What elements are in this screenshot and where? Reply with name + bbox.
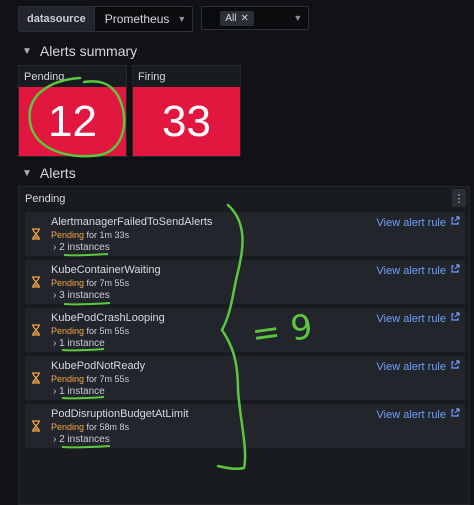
external-link-icon xyxy=(450,360,460,373)
instances-toggle[interactable]: › 2 instances xyxy=(53,434,110,445)
instances-toggle[interactable]: › 3 instances xyxy=(53,290,110,301)
instances-count: 2 instances xyxy=(59,434,110,445)
chevron-right-icon[interactable]: › xyxy=(53,434,56,445)
view-alert-rule-link[interactable]: View alert rule xyxy=(377,264,461,277)
panel-title: Pending xyxy=(25,193,66,205)
alert-duration: for 7m 55s xyxy=(86,278,130,288)
chevron-right-icon[interactable]: › xyxy=(53,242,56,253)
instances-toggle[interactable]: › 1 instance xyxy=(53,338,105,349)
alert-state: Pending xyxy=(51,326,85,336)
datasource-label: datasource xyxy=(19,7,95,31)
link-label: View alert rule xyxy=(376,264,447,277)
stat-title: Pending xyxy=(24,71,65,83)
link-label: View alert rule xyxy=(376,312,447,325)
view-alert-rule-link[interactable]: View alert rule xyxy=(377,408,461,421)
stat-background: 33 xyxy=(133,87,240,156)
instances-toggle[interactable]: › 2 instances xyxy=(53,242,110,253)
instances-toggle[interactable]: › 1 instance xyxy=(53,386,105,397)
link-label: View alert rule xyxy=(376,408,447,421)
alert-name: AlertmanagerFailedToSendAlerts xyxy=(51,216,213,228)
close-icon[interactable]: ✕ xyxy=(240,13,248,24)
stat-value-pending: 12 xyxy=(48,96,97,146)
kebab-menu-icon[interactable]: ⋮ xyxy=(452,189,466,207)
stat-background: 12 xyxy=(19,87,126,156)
chevron-down-icon[interactable]: ▼ xyxy=(293,13,302,23)
external-link-icon xyxy=(450,216,460,229)
view-alert-rule-link[interactable]: View alert rule xyxy=(377,216,461,229)
alert-state: Pending xyxy=(51,230,85,240)
alert-name: KubePodCrashLooping xyxy=(51,312,165,324)
section-header-alerts[interactable]: ▼ Alerts xyxy=(22,165,76,181)
alert-row: PodDisruptionBudgetAtLimit Pending for 58… xyxy=(25,404,465,448)
hourglass-icon xyxy=(31,372,41,387)
alert-state: Pending xyxy=(51,422,85,432)
alert-name: KubePodNotReady xyxy=(51,360,146,372)
hourglass-icon xyxy=(31,228,41,243)
stat-panel-firing: Firing 33 xyxy=(132,65,241,157)
alert-state-line: Pending for 1m 33s xyxy=(51,230,129,240)
chevron-right-icon[interactable]: › xyxy=(53,386,56,397)
instances-count: 2 instances xyxy=(59,242,110,253)
section-title: Alerts summary xyxy=(39,43,138,59)
alert-row: KubeContainerWaiting Pending for 7m 55s › … xyxy=(25,260,465,304)
chevron-down-icon[interactable]: ▼ xyxy=(177,14,186,24)
chevron-right-icon[interactable]: › xyxy=(53,290,56,301)
hourglass-icon xyxy=(31,420,41,435)
alert-duration: for 5m 55s xyxy=(86,326,130,336)
alerts-panel: Pending ⋮ AlertmanagerFailedToSendAlerts… xyxy=(18,186,470,505)
hourglass-icon xyxy=(31,324,41,339)
datasource-select[interactable]: Prometheus ▼ xyxy=(95,7,193,31)
instances-count: 3 instances xyxy=(59,290,110,301)
alert-name: KubeContainerWaiting xyxy=(51,264,161,276)
view-alert-rule-link[interactable]: View alert rule xyxy=(377,312,461,325)
alert-row: AlertmanagerFailedToSendAlerts Pending fo… xyxy=(25,212,465,256)
alert-duration: for 7m 55s xyxy=(86,374,130,384)
alert-name: PodDisruptionBudgetAtLimit xyxy=(51,408,189,420)
instances-count: 1 instance xyxy=(59,338,105,349)
alert-duration: for 58m 8s xyxy=(86,422,130,432)
stat-panel-pending: Pending 12 xyxy=(18,65,127,157)
view-alert-rule-link[interactable]: View alert rule xyxy=(377,360,461,373)
instances-count: 1 instance xyxy=(59,386,105,397)
filter-chip[interactable]: All ✕ xyxy=(220,10,254,26)
alert-row: KubePodNotReady Pending for 7m 55s › 1 ins… xyxy=(25,356,465,400)
section-header-alerts-summary[interactable]: ▼ Alerts summary xyxy=(22,43,137,59)
alert-state-line: Pending for 58m 8s xyxy=(51,422,129,432)
alert-state: Pending xyxy=(51,278,85,288)
stat-title: Firing xyxy=(138,71,166,83)
stat-value-firing: 33 xyxy=(162,96,211,146)
external-link-icon xyxy=(450,408,460,421)
external-link-icon xyxy=(450,264,460,277)
hourglass-icon xyxy=(31,276,41,291)
alert-state-line: Pending for 5m 55s xyxy=(51,326,129,336)
datasource-value: Prometheus xyxy=(104,12,170,26)
chevron-right-icon[interactable]: › xyxy=(53,338,56,349)
datasource-picker[interactable]: datasource Prometheus ▼ xyxy=(18,6,194,32)
section-title: Alerts xyxy=(39,165,76,181)
toolbar: datasource Prometheus ▼ All ✕ ▼ xyxy=(18,6,310,32)
filter-chip-label: All xyxy=(225,12,237,24)
link-label: View alert rule xyxy=(376,360,447,373)
alert-state-line: Pending for 7m 55s xyxy=(51,278,129,288)
filter-select[interactable]: All ✕ ▼ xyxy=(201,6,310,30)
chevron-down-icon[interactable]: ▼ xyxy=(22,46,32,57)
alert-state: Pending xyxy=(51,374,85,384)
chevron-down-icon[interactable]: ▼ xyxy=(22,168,32,179)
alert-row: KubePodCrashLooping Pending for 5m 55s › 1… xyxy=(25,308,465,352)
alert-state-line: Pending for 7m 55s xyxy=(51,374,129,384)
link-label: View alert rule xyxy=(376,216,447,229)
external-link-icon xyxy=(450,312,460,325)
alert-duration: for 1m 33s xyxy=(86,230,130,240)
